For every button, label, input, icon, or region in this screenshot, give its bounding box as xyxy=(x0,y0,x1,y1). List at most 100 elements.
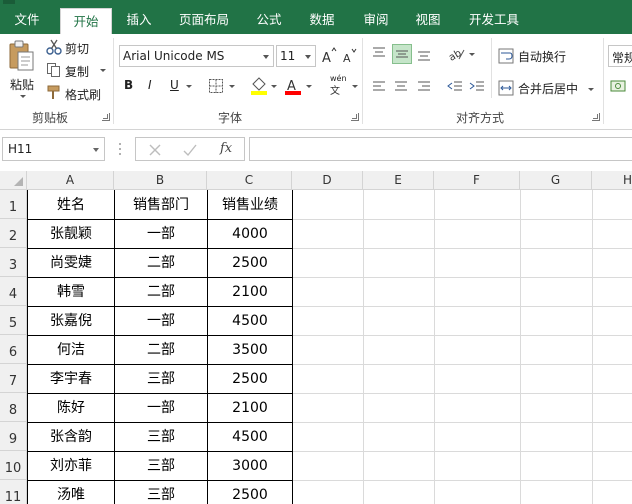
cell-c2[interactable]: 4000 xyxy=(208,220,292,248)
copy-button[interactable]: 复制 xyxy=(46,62,110,80)
underline-dropdown-icon[interactable] xyxy=(186,85,192,88)
increase-indent-button[interactable] xyxy=(469,79,487,95)
borders-button[interactable] xyxy=(208,78,235,94)
tab-data[interactable]: 数据 xyxy=(300,6,344,34)
align-left-button[interactable] xyxy=(371,79,389,95)
header-cell-department[interactable]: 销售部门 xyxy=(115,191,207,219)
tab-page-layout[interactable]: 页面布局 xyxy=(170,6,238,34)
cell-c11[interactable]: 2500 xyxy=(208,481,292,504)
insert-function-button[interactable]: fx xyxy=(220,141,232,156)
clipboard-launcher-icon[interactable] xyxy=(102,113,110,121)
cell-c7[interactable]: 2500 xyxy=(208,365,292,393)
cell-b11[interactable]: 三部 xyxy=(115,481,207,504)
cell-c4[interactable]: 2100 xyxy=(208,278,292,306)
cell-c3[interactable]: 2500 xyxy=(208,249,292,277)
col-header-b[interactable]: B xyxy=(114,171,207,190)
format-painter-button[interactable]: 格式刷 xyxy=(46,85,108,103)
row-header-9[interactable]: 9 xyxy=(0,422,27,451)
cell-c6[interactable]: 3500 xyxy=(208,336,292,364)
col-header-h[interactable]: H xyxy=(592,171,632,190)
tab-file[interactable]: 文件 xyxy=(0,6,54,34)
row-header-7[interactable]: 7 xyxy=(0,364,27,393)
worksheet-grid[interactable]: A B C D E F G H 1 2 3 4 5 6 7 8 9 10 11 … xyxy=(0,171,632,504)
row-header-8[interactable]: 8 xyxy=(0,393,27,422)
fill-color-button[interactable] xyxy=(250,76,277,96)
align-center-button[interactable] xyxy=(393,79,411,95)
cell-a7[interactable]: 李宇春 xyxy=(28,365,114,393)
enter-check-icon[interactable] xyxy=(182,143,198,157)
paste-dropdown-icon[interactable] xyxy=(20,95,26,98)
cell-b7[interactable]: 三部 xyxy=(115,365,207,393)
cell-a10[interactable]: 刘亦菲 xyxy=(28,452,114,480)
font-size-combo[interactable]: 11 xyxy=(276,45,316,67)
cell-a11[interactable]: 汤唯 xyxy=(28,481,114,504)
tab-home[interactable]: 开始 xyxy=(60,8,112,34)
orientation-button[interactable]: ab xyxy=(447,46,475,64)
paste-button[interactable]: 粘贴 xyxy=(6,40,36,100)
tab-formulas[interactable]: 公式 xyxy=(248,6,290,34)
cell-a4[interactable]: 韩雪 xyxy=(28,278,114,306)
merge-center-button[interactable]: 合并后居中 xyxy=(498,78,600,98)
select-all-corner[interactable] xyxy=(0,171,27,190)
col-header-d[interactable]: D xyxy=(292,171,363,190)
row-header-1[interactable]: 1 xyxy=(0,190,27,219)
cell-b9[interactable]: 三部 xyxy=(115,423,207,451)
decrease-indent-button[interactable] xyxy=(447,79,465,95)
cell-b10[interactable]: 三部 xyxy=(115,452,207,480)
row-header-6[interactable]: 6 xyxy=(0,335,27,364)
copy-dropdown-icon[interactable] xyxy=(100,69,106,72)
row-header-2[interactable]: 2 xyxy=(0,219,27,248)
cell-a2[interactable]: 张靓颖 xyxy=(28,220,114,248)
row-header-5[interactable]: 5 xyxy=(0,306,27,335)
align-right-button[interactable] xyxy=(416,79,434,95)
tab-developer[interactable]: 开发工具 xyxy=(460,6,528,34)
wrap-text-button[interactable]: 自动换行 xyxy=(498,46,588,66)
cell-c5[interactable]: 4500 xyxy=(208,307,292,335)
cell-b4[interactable]: 二部 xyxy=(115,278,207,306)
cell-c10[interactable]: 3000 xyxy=(208,452,292,480)
quick-access-toolbar[interactable] xyxy=(3,0,15,4)
alignment-launcher-icon[interactable] xyxy=(592,113,600,121)
header-cell-name[interactable]: 姓名 xyxy=(28,191,114,219)
cell-b2[interactable]: 一部 xyxy=(115,220,207,248)
cell-a9[interactable]: 张含韵 xyxy=(28,423,114,451)
bottom-align-button[interactable] xyxy=(416,46,434,64)
italic-button[interactable]: I xyxy=(148,78,152,92)
cell-b3[interactable]: 二部 xyxy=(115,249,207,277)
cell-a3[interactable]: 尚雯婕 xyxy=(28,249,114,277)
row-header-4[interactable]: 4 xyxy=(0,277,27,306)
col-header-g[interactable]: G xyxy=(520,171,592,190)
formula-input[interactable] xyxy=(249,137,632,161)
cell-c9[interactable]: 4500 xyxy=(208,423,292,451)
cell-c8[interactable]: 2100 xyxy=(208,394,292,422)
col-header-f[interactable]: F xyxy=(434,171,520,190)
cell-a8[interactable]: 陈好 xyxy=(28,394,114,422)
cell-a5[interactable]: 张嘉倪 xyxy=(28,307,114,335)
tab-view[interactable]: 视图 xyxy=(406,6,450,34)
bold-button[interactable]: B xyxy=(124,78,133,92)
underline-button[interactable]: U xyxy=(170,78,179,92)
cut-button[interactable]: 剪切 xyxy=(46,39,106,57)
increase-font-size-button[interactable]: A xyxy=(321,46,337,66)
cell-b6[interactable]: 二部 xyxy=(115,336,207,364)
tab-insert[interactable]: 插入 xyxy=(117,6,161,34)
header-cell-sales[interactable]: 销售业绩 xyxy=(208,191,292,219)
font-name-combo[interactable]: Arial Unicode MS xyxy=(119,45,274,67)
font-launcher-icon[interactable] xyxy=(351,113,359,121)
col-header-a[interactable]: A xyxy=(27,171,114,190)
font-color-button[interactable]: A xyxy=(284,76,312,96)
row-header-3[interactable]: 3 xyxy=(0,248,27,277)
middle-align-button[interactable] xyxy=(392,44,412,64)
tab-review[interactable]: 审阅 xyxy=(354,6,398,34)
row-header-11[interactable]: 11 xyxy=(0,480,27,504)
cancel-icon[interactable] xyxy=(148,143,162,157)
name-box[interactable]: H11 xyxy=(2,137,105,161)
grip-icon[interactable] xyxy=(117,142,123,156)
accounting-format-button[interactable] xyxy=(610,78,632,98)
top-align-button[interactable] xyxy=(371,46,389,64)
decrease-font-size-button[interactable]: A xyxy=(342,46,358,66)
cell-b8[interactable]: 一部 xyxy=(115,394,207,422)
phonetic-guide-button[interactable]: wén 文 xyxy=(328,74,358,97)
cell-b5[interactable]: 一部 xyxy=(115,307,207,335)
number-format-combo[interactable]: 常规 xyxy=(608,45,632,67)
